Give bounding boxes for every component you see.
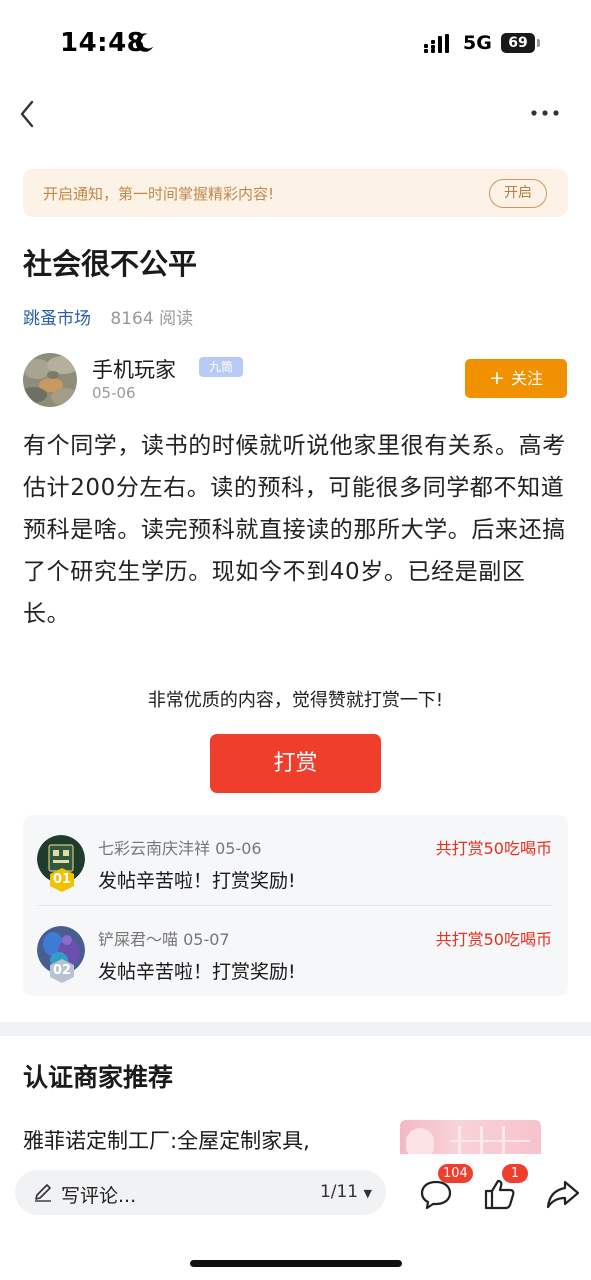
post-date: 05-06	[92, 384, 136, 402]
notification-text: 开启通知，第一时间掌握精彩内容!	[43, 185, 275, 203]
signal-icon	[424, 34, 449, 53]
recommend-section-title: 认证商家推荐	[23, 1063, 174, 1092]
follow-button[interactable]: + 关注	[465, 359, 567, 398]
section-divider	[0, 1022, 591, 1036]
reward-message: 发帖辛苦啦！打赏奖励!	[98, 961, 296, 983]
rank-number: 01	[52, 872, 72, 887]
plus-icon: +	[489, 367, 505, 389]
page-indicator-label: 1/11	[319, 1182, 359, 1202]
rank-number: 02	[52, 963, 72, 978]
reward-amount: 共打赏50吃喝币	[435, 930, 552, 949]
read-count: 8164 阅读	[110, 309, 194, 329]
caret-down-icon: ▼	[363, 1187, 372, 1200]
author-avatar[interactable]	[23, 353, 77, 407]
reward-prompt: 非常优质的内容，觉得赞就打赏一下!	[147, 690, 444, 711]
notification-banner: 开启通知，第一时间掌握精彩内容! 开启	[23, 169, 568, 217]
reward-amount: 共打赏50吃喝币	[435, 839, 552, 858]
battery-tip	[537, 39, 540, 47]
reward-item: 02 铲屎君～喵 05-07 发帖辛苦啦！打赏奖励! 共打赏50吃喝币	[23, 906, 568, 996]
comment-placeholder: 写评论...	[61, 1185, 137, 1207]
battery-icon: 69	[501, 33, 535, 53]
reward-message: 发帖辛苦啦！打赏奖励!	[98, 870, 296, 892]
moon-icon	[135, 33, 154, 52]
reward-button[interactable]: 打赏	[210, 734, 381, 793]
author-name[interactable]: 手机玩家	[92, 354, 176, 384]
post-meta: 跳蚤市场 8164 阅读	[23, 304, 193, 329]
reward-item: 01 七彩云南庆沣祥 05-06 发帖辛苦啦！打赏奖励! 共打赏50吃喝币	[23, 815, 568, 905]
chevron-left-icon[interactable]	[14, 96, 42, 132]
pencil-icon	[35, 1184, 51, 1202]
channel-link[interactable]: 跳蚤市场	[23, 309, 91, 329]
author-level-badge: 九筒	[199, 357, 243, 377]
status-bar: 14:48 5G 69	[0, 0, 591, 88]
battery-level: 69	[508, 35, 528, 51]
post-title: 社会很不公平	[23, 247, 198, 281]
enable-notification-button[interactable]: 开启	[489, 179, 547, 208]
share-icon[interactable]	[545, 1176, 581, 1212]
merchant-item-title[interactable]: 雅菲诺定制工厂:全屋定制家具,	[23, 1125, 310, 1155]
rewarder-name[interactable]: 七彩云南庆沣祥 05-06	[98, 835, 262, 859]
rewarder-name[interactable]: 铲屎君～喵 05-07	[98, 926, 230, 950]
post-body: 有个同学，读书的时候就听说他家里很有关系。高考估计200分左右。读的预科，可能很…	[23, 433, 566, 627]
reward-list: 01 七彩云南庆沣祥 05-06 发帖辛苦啦！打赏奖励! 共打赏50吃喝币 02…	[23, 815, 568, 996]
like-count-badge: 1	[502, 1164, 528, 1183]
comment-input[interactable]: 写评论... 1/11 ▼	[15, 1170, 386, 1215]
network-label: 5G	[463, 32, 492, 54]
follow-label: 关注	[510, 369, 543, 388]
comment-count-badge: 104	[438, 1164, 473, 1183]
more-dots-icon[interactable]	[528, 103, 562, 123]
page-indicator[interactable]: 1/11 ▼	[320, 1182, 372, 1202]
home-indicator[interactable]	[190, 1260, 402, 1267]
